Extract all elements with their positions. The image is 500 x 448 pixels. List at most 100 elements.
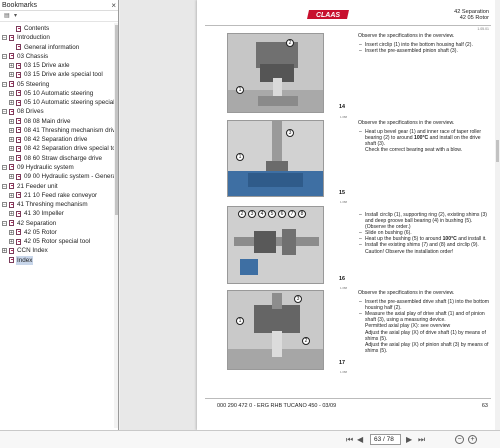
callout-5: 5 <box>268 210 276 218</box>
bookmark-item[interactable]: Contents <box>0 24 118 33</box>
bookmark-item[interactable]: +08 08 Main drive <box>0 117 118 126</box>
bookmark-icon <box>9 220 14 227</box>
bookmark-item[interactable]: − Introduction <box>0 33 118 42</box>
bookmark-item[interactable]: +03 15 Drive axle <box>0 61 118 70</box>
bookmark-item[interactable]: − 41 Threshing mechanism <box>0 200 118 209</box>
expand-toggle-icon[interactable]: + <box>9 118 14 124</box>
step-line: Adjust the axial play (X) of drive shaft… <box>365 329 486 342</box>
bookmark-icon <box>16 145 21 152</box>
zoom-in-icon[interactable]: + <box>468 435 477 444</box>
expand-toggle-icon[interactable]: + <box>9 146 14 152</box>
bookmark-icon <box>9 34 14 41</box>
callout-3: 3 <box>286 129 294 137</box>
bookmark-label: 41 Threshing mechanism <box>17 201 88 209</box>
expand-toggle-icon[interactable]: + <box>9 174 14 180</box>
bookmark-label: 05 Steering <box>17 80 50 88</box>
bookmark-icon <box>16 71 21 78</box>
figure-16-photo: 4 5 6 7 8 3 2 <box>227 206 324 284</box>
bookmark-label: 08 42 Separation drive special tool <box>24 145 118 153</box>
bookmark-item[interactable]: +05 10 Automatic steering <box>0 89 118 98</box>
expand-toggle-icon[interactable]: + <box>9 127 14 133</box>
last-page-icon[interactable]: ⏭ <box>418 434 425 445</box>
expand-toggle-icon[interactable]: + <box>9 155 14 161</box>
bookmark-label: 08 60 Straw discharge drive <box>24 154 103 162</box>
bookmark-label: 09 Hydraulic system <box>17 163 74 171</box>
expand-toggle-icon[interactable]: + <box>9 229 14 235</box>
bookmark-item[interactable]: +05 10 Automatic steering special t <box>0 98 118 107</box>
step-text: Install circlip (1), supporting ring (2)… <box>358 212 490 255</box>
bookmark-label: 08 08 Main drive <box>24 117 71 125</box>
step-line: Measure the axial play of drive shaft (1… <box>358 311 490 323</box>
collapse-toggle-icon[interactable]: − <box>2 202 7 208</box>
expand-toggle-icon[interactable]: + <box>9 239 14 245</box>
step-line: Adjust the axial play (X) of pinion shaf… <box>365 341 489 354</box>
footer-rule <box>205 398 491 399</box>
bookmark-item[interactable]: +08 42 Separation drive <box>0 135 118 144</box>
collapse-toggle-icon[interactable]: − <box>2 53 7 59</box>
previous-page-icon[interactable]: ◀ <box>357 434 363 445</box>
expand-toggle-icon[interactable]: + <box>9 100 14 106</box>
bookmark-item[interactable]: − 21 Feeder unit <box>0 182 118 191</box>
step-text: Observe the specifications in the overvi… <box>358 33 490 54</box>
next-page-icon[interactable]: ▶ <box>406 434 412 445</box>
collapse-toggle-icon[interactable]: − <box>2 35 7 41</box>
close-icon[interactable]: × <box>111 0 116 11</box>
first-page-icon[interactable]: ⏮ <box>346 434 353 445</box>
figure-number: 14 <box>339 104 345 110</box>
collapse-toggle-icon[interactable]: − <box>2 220 7 226</box>
bookmark-item[interactable]: − 05 Steering <box>0 80 118 89</box>
figure-code: 1.088 <box>340 115 347 119</box>
bookmark-item[interactable]: +42 05 Rotor special tool <box>0 237 118 246</box>
step-intro: Observe the specifications in the overvi… <box>358 120 455 126</box>
bookmark-label: 05 10 Automatic steering special t <box>24 99 118 107</box>
bookmarks-title: Bookmarks <box>2 2 38 9</box>
bookmark-item[interactable]: +09 00 Hydraulic system - General <box>0 172 118 181</box>
expand-toggle-icon[interactable]: + <box>9 192 14 198</box>
bookmark-item[interactable]: +42 05 Rotor <box>0 228 118 237</box>
page-number-input[interactable]: 63 / 78 <box>370 434 401 445</box>
bookmark-label: Contents <box>24 25 50 32</box>
expand-toggle-icon[interactable]: + <box>9 63 14 69</box>
bookmark-label: 03 Chassis <box>17 52 49 60</box>
expand-toggle-icon[interactable]: + <box>9 137 14 143</box>
expand-icon[interactable]: ▾ <box>14 13 21 19</box>
bookmark-item[interactable]: General information <box>0 43 118 52</box>
bookmarks-scrollbar[interactable] <box>114 23 118 428</box>
bookmark-item[interactable]: − 09 Hydraulic system <box>0 163 118 172</box>
bookmark-item[interactable]: − 42 Separation <box>0 219 118 228</box>
document-scrollbar[interactable] <box>495 0 500 430</box>
bookmark-item[interactable]: Index <box>0 255 118 265</box>
collapse-toggle-icon[interactable]: − <box>2 109 7 115</box>
bookmark-icon <box>9 81 14 88</box>
bookmark-item[interactable]: − 08 Drives <box>0 107 118 116</box>
bookmark-icon <box>9 164 14 171</box>
figure-14-photo: 2 1 <box>227 33 324 113</box>
bookmark-label: Introduction <box>17 34 50 42</box>
step-intro: Observe the specifications in the overvi… <box>358 33 455 39</box>
options-icon[interactable]: ▤ <box>4 13 11 19</box>
bookmark-item[interactable]: +21 10 Feed rake conveyor <box>0 191 118 200</box>
bookmark-label: 42 05 Rotor <box>24 228 57 236</box>
bookmark-icon <box>16 44 21 51</box>
collapse-toggle-icon[interactable]: − <box>2 183 7 189</box>
expand-toggle-icon[interactable]: + <box>2 248 7 254</box>
bookmark-item[interactable]: +08 60 Straw discharge drive <box>0 154 118 163</box>
bookmark-item[interactable]: +08 41 Threshing mechanism drive <box>0 126 118 135</box>
expand-toggle-icon[interactable]: + <box>9 90 14 96</box>
bookmark-item[interactable]: +08 42 Separation drive special tool <box>0 144 118 153</box>
step-line: Insert the pre-assembled pinion shaft (3… <box>358 48 490 54</box>
collapse-toggle-icon[interactable]: − <box>2 81 7 87</box>
document-footer: 000 290 472 0 - ERG RHB TUCANO 450 - 03/… <box>217 403 337 409</box>
bookmark-item[interactable]: + CCN Index <box>0 246 118 255</box>
bookmark-item[interactable]: − 03 Chassis <box>0 52 118 61</box>
bookmark-item[interactable]: +03 15 Drive axle special tool <box>0 70 118 79</box>
expand-toggle-icon[interactable]: + <box>9 211 14 217</box>
bookmark-icon <box>9 108 14 115</box>
collapse-toggle-icon[interactable]: − <box>2 164 7 170</box>
bookmark-icon <box>16 229 21 236</box>
expand-toggle-icon[interactable]: + <box>9 72 14 78</box>
bookmark-label: 08 41 Threshing mechanism drive <box>24 126 118 134</box>
bookmarks-toolbar: ▤ ▾ <box>0 11 118 22</box>
bookmark-item[interactable]: +41 30 Impeller <box>0 209 118 218</box>
zoom-out-icon[interactable]: − <box>455 435 464 444</box>
